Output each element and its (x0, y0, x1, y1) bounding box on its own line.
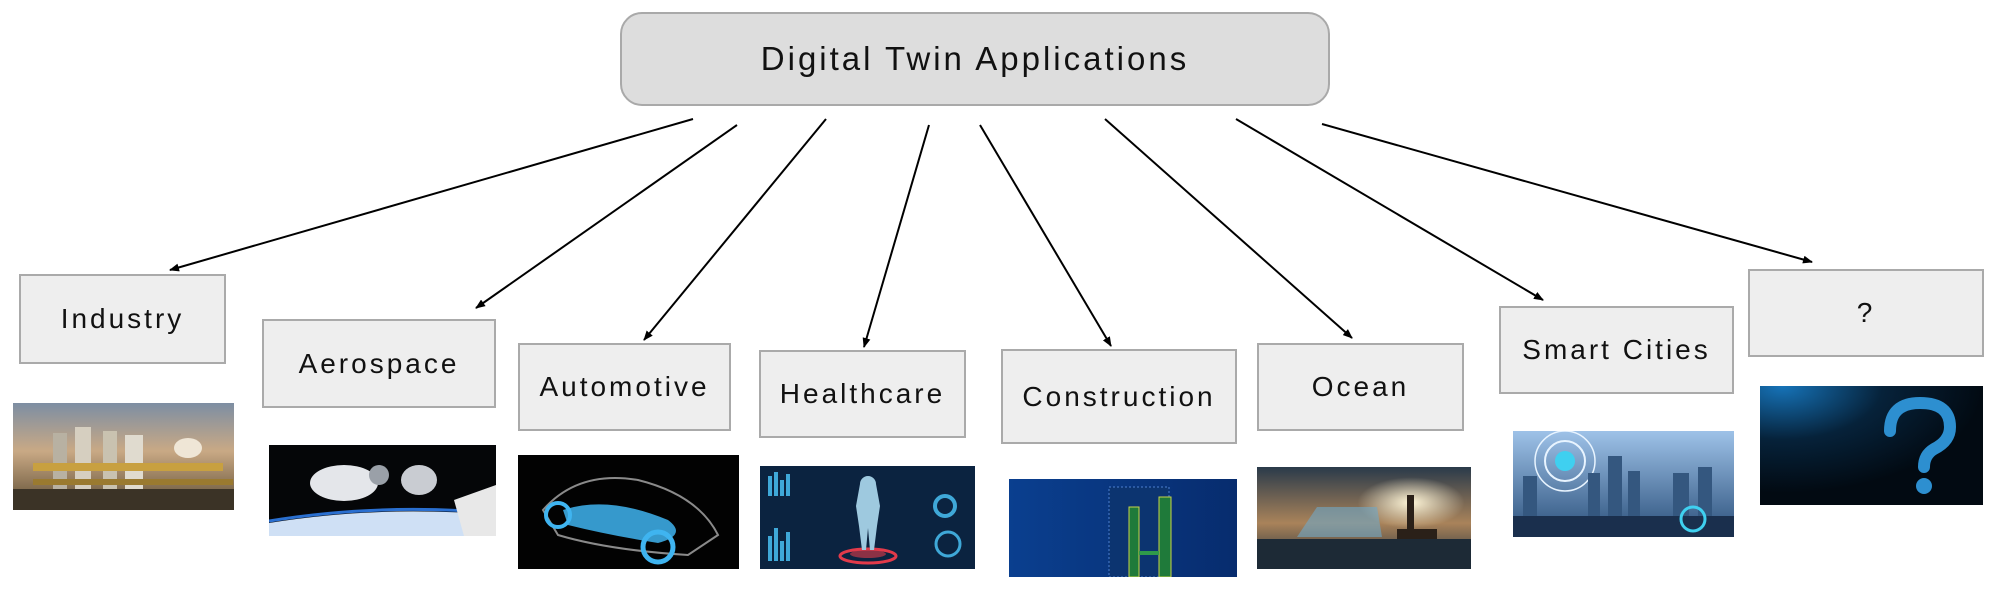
healthcare-image (760, 466, 975, 569)
node-label: Automotive (539, 371, 710, 402)
industry-image (13, 403, 234, 510)
aerospace-image (269, 445, 496, 536)
root-node: Digital Twin Applications (620, 12, 1330, 106)
node-unknown: ? (1748, 269, 1984, 357)
node-healthcare: Healthcare (759, 350, 966, 438)
arrow-to-unknown (1321, 123, 1813, 264)
construction-image (1009, 479, 1237, 577)
node-label: Smart Cities (1522, 334, 1711, 365)
node-label: ? (1856, 297, 1876, 328)
arrow-to-industry (169, 118, 694, 272)
node-aerospace: Aerospace (262, 319, 496, 408)
node-ocean: Ocean (1257, 343, 1464, 431)
root-label: Digital Twin Applications (760, 40, 1190, 77)
node-label: Construction (1022, 380, 1216, 412)
node-label: Ocean (1311, 371, 1410, 402)
automotive-image (518, 455, 739, 569)
node-label: Healthcare (779, 378, 946, 409)
node-label: Industry (60, 303, 185, 334)
arrow-to-healthcare (862, 124, 930, 348)
node-industry: Industry (19, 274, 226, 364)
diagram-canvas: Digital Twin Applications Industry Aeros… (0, 0, 2000, 593)
arrow-to-smart-cities (1235, 118, 1544, 301)
smart-cities-image (1513, 431, 1734, 537)
arrow-to-automotive (643, 118, 827, 341)
question-image (1760, 386, 1983, 505)
ocean-image (1257, 467, 1471, 569)
node-label: Aerospace (298, 347, 460, 379)
arrow-to-construction (979, 124, 1112, 347)
node-smart-cities: Smart Cities (1499, 306, 1734, 394)
arrow-to-aerospace (475, 124, 738, 309)
node-construction: Construction (1001, 349, 1237, 444)
arrow-to-ocean (1104, 118, 1353, 339)
node-automotive: Automotive (518, 343, 731, 431)
